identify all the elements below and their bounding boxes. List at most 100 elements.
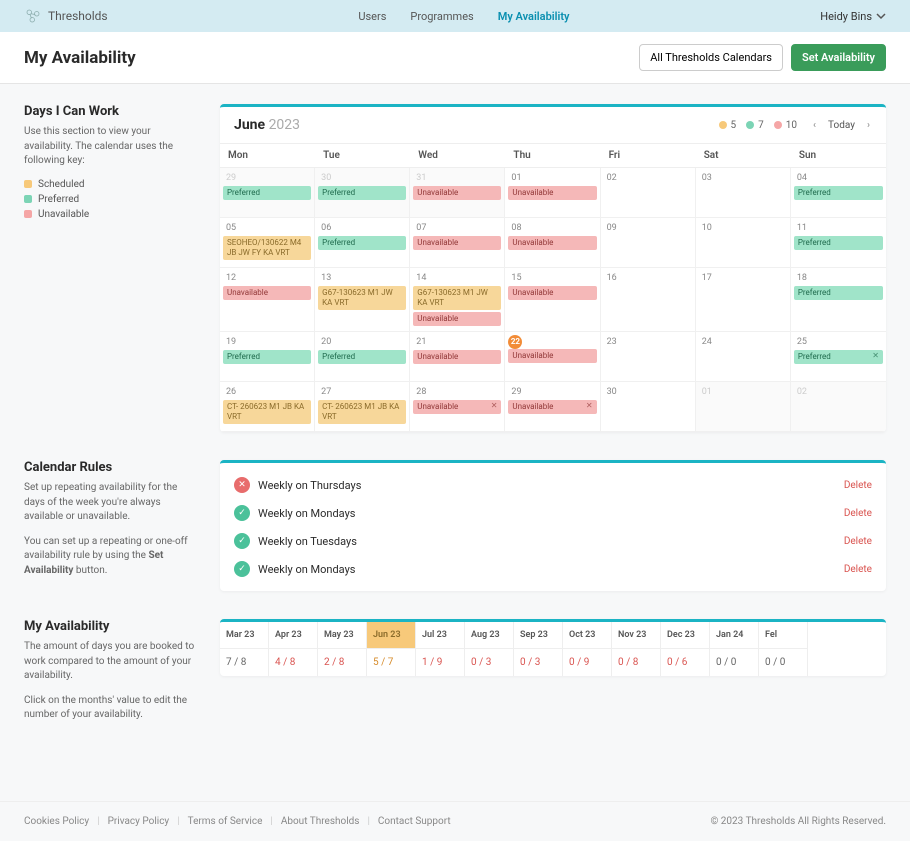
footer-link[interactable]: About Thresholds bbox=[281, 816, 360, 827]
calendar-prev-button[interactable]: ‹ bbox=[811, 118, 818, 133]
month-value[interactable]: 0 / 0 bbox=[710, 649, 758, 676]
calendar-cell[interactable]: 01 bbox=[696, 382, 791, 432]
date-number: 06 bbox=[318, 221, 406, 236]
user-menu[interactable]: Heidy Bins bbox=[820, 10, 886, 23]
event-pill-scheduled[interactable]: CT- 260623 M1 JB KA VRT bbox=[223, 400, 311, 424]
rule-delete-link[interactable]: Delete bbox=[844, 536, 872, 547]
event-pill-unavailable[interactable]: Unavailable bbox=[508, 236, 596, 250]
month-header: Apr 23 bbox=[269, 622, 317, 649]
calendar-cell[interactable]: 08Unavailable bbox=[505, 218, 600, 268]
calendar-cell[interactable]: 11Preferred bbox=[791, 218, 886, 268]
calendar-cell[interactable]: 12Unavailable bbox=[220, 268, 315, 332]
month-value[interactable]: 0 / 9 bbox=[563, 649, 611, 676]
month-value[interactable]: 4 / 8 bbox=[269, 649, 317, 676]
calendar-cell[interactable]: 02 bbox=[791, 382, 886, 432]
event-pill-scheduled[interactable]: SEOHEO/130622 M4 JB JW FY KA VRT bbox=[223, 236, 311, 260]
calendar-cell[interactable]: 18Preferred bbox=[791, 268, 886, 332]
month-value[interactable]: 1 / 9 bbox=[416, 649, 464, 676]
calendar-cell[interactable]: 24 bbox=[696, 332, 791, 382]
month-header: Sep 23 bbox=[514, 622, 562, 649]
calendar-cell[interactable]: 26CT- 260623 M1 JB KA VRT bbox=[220, 382, 315, 432]
event-pill-unavailable[interactable]: Unavailable bbox=[413, 312, 501, 326]
calendar-cell[interactable]: 20Preferred bbox=[315, 332, 410, 382]
days-desc: Use this section to view your availabili… bbox=[24, 125, 200, 169]
calendar-cell[interactable]: 02 bbox=[601, 168, 696, 218]
event-pill-preferred[interactable]: Preferred bbox=[318, 236, 406, 250]
calendar-cell[interactable]: 04Preferred bbox=[791, 168, 886, 218]
footer-link[interactable]: Terms of Service bbox=[188, 816, 263, 827]
calendar-cell[interactable]: 10 bbox=[696, 218, 791, 268]
event-pill-scheduled[interactable]: G67-130623 M1 JW KA VRT bbox=[318, 286, 406, 310]
event-pill-unavailable[interactable]: Unavailable bbox=[508, 286, 596, 300]
event-pill-unavailable[interactable]: Unavailable✕ bbox=[508, 400, 596, 414]
event-pill-unavailable[interactable]: Unavailable bbox=[223, 286, 311, 300]
nav-availability[interactable]: My Availability bbox=[498, 10, 570, 23]
calendar-cell[interactable]: 27CT- 260623 M1 JB KA VRT bbox=[315, 382, 410, 432]
pill-delete-icon[interactable]: ✕ bbox=[586, 402, 593, 410]
calendar-cell[interactable]: 13G67-130623 M1 JW KA VRT bbox=[315, 268, 410, 332]
calendar-cell[interactable]: 30Preferred bbox=[315, 168, 410, 218]
event-pill-unavailable[interactable]: Unavailable bbox=[508, 186, 596, 200]
month-value[interactable]: 0 / 0 bbox=[759, 649, 807, 676]
pill-delete-icon[interactable]: ✕ bbox=[872, 352, 879, 360]
event-pill-preferred[interactable]: Preferred bbox=[794, 286, 883, 300]
nav-users[interactable]: Users bbox=[358, 10, 386, 23]
rule-delete-link[interactable]: Delete bbox=[844, 564, 872, 575]
calendar-cell[interactable]: 07Unavailable bbox=[410, 218, 505, 268]
pill-delete-icon[interactable]: ✕ bbox=[491, 402, 498, 410]
month-value[interactable]: 0 / 6 bbox=[661, 649, 709, 676]
calendar-cell[interactable]: 09 bbox=[601, 218, 696, 268]
all-calendars-button[interactable]: All Thresholds Calendars bbox=[639, 44, 783, 71]
calendar-cell[interactable]: 29Preferred bbox=[220, 168, 315, 218]
event-pill-unavailable[interactable]: Unavailable✕ bbox=[413, 400, 501, 414]
event-pill-preferred[interactable]: Preferred bbox=[318, 350, 406, 364]
rule-delete-link[interactable]: Delete bbox=[844, 508, 872, 519]
event-pill-scheduled[interactable]: G67-130623 M1 JW KA VRT bbox=[413, 286, 501, 310]
month-value[interactable]: 0 / 3 bbox=[465, 649, 513, 676]
event-pill-unavailable[interactable]: Unavailable bbox=[413, 186, 501, 200]
nav-programmes[interactable]: Programmes bbox=[410, 10, 473, 23]
cross-icon: ✕ bbox=[234, 477, 250, 493]
calendar-cell[interactable]: 29Unavailable✕ bbox=[505, 382, 600, 432]
calendar-cell[interactable]: 14G67-130623 M1 JW KA VRTUnavailable bbox=[410, 268, 505, 332]
calendar-cell[interactable]: 15Unavailable bbox=[505, 268, 600, 332]
calendar-today-button[interactable]: Today bbox=[828, 120, 855, 131]
calendar-cell[interactable]: 21Unavailable bbox=[410, 332, 505, 382]
event-pill-unavailable[interactable]: Unavailable bbox=[508, 349, 596, 363]
calendar-cell[interactable]: 23 bbox=[601, 332, 696, 382]
month-value[interactable]: 2 / 8 bbox=[318, 649, 366, 676]
calendar-cell[interactable]: 03 bbox=[696, 168, 791, 218]
month-value[interactable]: 7 / 8 bbox=[220, 649, 268, 676]
calendar-cell[interactable]: 19Preferred bbox=[220, 332, 315, 382]
calendar-cell[interactable]: 25Preferred✕ bbox=[791, 332, 886, 382]
event-pill-preferred[interactable]: Preferred bbox=[223, 350, 311, 364]
logo[interactable]: Thresholds bbox=[24, 7, 108, 25]
month-value[interactable]: 0 / 3 bbox=[514, 649, 562, 676]
event-pill-scheduled[interactable]: CT- 260623 M1 JB KA VRT bbox=[318, 400, 406, 424]
calendar-next-button[interactable]: › bbox=[865, 118, 872, 133]
event-pill-preferred[interactable]: Preferred bbox=[318, 186, 406, 200]
rule-delete-link[interactable]: Delete bbox=[844, 480, 872, 491]
footer-link[interactable]: Privacy Policy bbox=[108, 816, 170, 827]
event-pill-preferred[interactable]: Preferred bbox=[794, 236, 883, 250]
calendar-cell[interactable]: 28Unavailable✕ bbox=[410, 382, 505, 432]
event-pill-preferred[interactable]: Preferred✕ bbox=[794, 350, 883, 364]
calendar-cell[interactable]: 01Unavailable bbox=[505, 168, 600, 218]
event-pill-preferred[interactable]: Preferred bbox=[223, 186, 311, 200]
event-pill-preferred[interactable]: Preferred bbox=[794, 186, 883, 200]
calendar-cell[interactable]: 30 bbox=[601, 382, 696, 432]
event-pill-unavailable[interactable]: Unavailable bbox=[413, 236, 501, 250]
calendar-cell[interactable]: 22Unavailable bbox=[505, 332, 600, 382]
footer-link[interactable]: Contact Support bbox=[378, 816, 451, 827]
calendar-cell[interactable]: 06Preferred bbox=[315, 218, 410, 268]
month-value[interactable]: 0 / 8 bbox=[612, 649, 660, 676]
calendar-cell[interactable]: 16 bbox=[601, 268, 696, 332]
event-pill-unavailable[interactable]: Unavailable bbox=[413, 350, 501, 364]
month-value[interactable]: 5 / 7 bbox=[367, 649, 415, 676]
set-availability-button[interactable]: Set Availability bbox=[791, 44, 886, 71]
rule-label: Weekly on Thursdays bbox=[258, 479, 361, 492]
calendar-cell[interactable]: 31Unavailable bbox=[410, 168, 505, 218]
calendar-cell[interactable]: 05SEOHEO/130622 M4 JB JW FY KA VRT bbox=[220, 218, 315, 268]
footer-link[interactable]: Cookies Policy bbox=[24, 816, 89, 827]
calendar-cell[interactable]: 17 bbox=[696, 268, 791, 332]
